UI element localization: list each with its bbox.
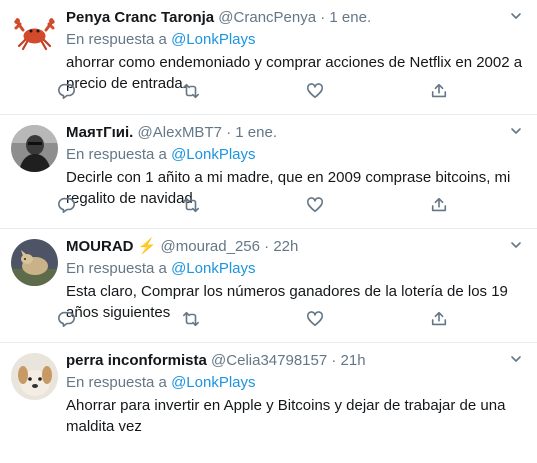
tweet-actions xyxy=(58,310,458,330)
retweet-button[interactable] xyxy=(182,310,202,330)
reply-label: En respuesta a xyxy=(66,31,167,48)
share-button[interactable] xyxy=(430,310,450,330)
dot-separator: · xyxy=(264,238,270,255)
mention-link[interactable]: @LonkPlays xyxy=(171,31,255,48)
share-button[interactable] xyxy=(430,196,450,216)
avatar[interactable] xyxy=(11,353,58,400)
tweet-card[interactable]: МаятГıиі. @AlexMBT7 · 1 ene. En respuest… xyxy=(0,115,537,229)
reply-context: En respuesta a @LonkPlays xyxy=(66,145,527,164)
mention-link[interactable]: @LonkPlays xyxy=(171,260,255,277)
display-name[interactable]: Penya Cranc Taronja xyxy=(66,9,214,26)
display-name[interactable]: MOURAD xyxy=(66,238,134,255)
user-handle[interactable]: @CrancPenya xyxy=(218,9,316,26)
share-icon xyxy=(431,311,447,326)
chevron-down-icon[interactable] xyxy=(509,238,523,252)
display-name[interactable]: perra inconformista xyxy=(66,352,207,369)
reply-context: En respuesta a @LonkPlays xyxy=(66,373,527,392)
dot-separator: · xyxy=(226,124,232,141)
retweet-icon xyxy=(182,311,200,327)
chevron-down-icon[interactable] xyxy=(509,9,523,23)
reply-button[interactable] xyxy=(58,196,78,216)
tweet-actions xyxy=(58,196,458,216)
timestamp[interactable]: 1 ene. xyxy=(235,124,277,141)
retweet-icon xyxy=(182,197,200,213)
display-name[interactable]: МаятГıиі. xyxy=(66,124,133,141)
retweet-icon xyxy=(182,83,200,99)
reply-button[interactable] xyxy=(58,82,78,102)
mention-link[interactable]: @LonkPlays xyxy=(171,374,255,391)
retweet-button[interactable] xyxy=(182,82,202,102)
tweet-card[interactable]: Penya Cranc Taronja @CrancPenya · 1 ene.… xyxy=(0,0,537,115)
animal-photo-icon xyxy=(11,239,58,286)
timestamp[interactable]: 1 ene. xyxy=(329,9,371,26)
share-icon xyxy=(431,197,447,212)
like-button[interactable] xyxy=(306,310,326,330)
retweet-button[interactable] xyxy=(182,196,202,216)
avatar[interactable] xyxy=(11,125,58,172)
like-button[interactable] xyxy=(306,196,326,216)
avatar[interactable] xyxy=(11,10,58,57)
reply-context: En respuesta a @LonkPlays xyxy=(66,259,527,278)
user-handle[interactable]: @mourad_256 xyxy=(161,238,260,255)
heart-icon xyxy=(306,311,324,327)
lightning-emoji: ⚡ xyxy=(137,238,157,255)
timestamp[interactable]: 21h xyxy=(341,352,366,369)
share-button[interactable] xyxy=(430,82,450,102)
user-handle[interactable]: @Celia34798157 xyxy=(211,352,327,369)
tweet-actions xyxy=(58,82,458,102)
tweet-card[interactable]: MOURAD ⚡ @mourad_256 · 22h En respuesta … xyxy=(0,229,537,343)
reply-context: En respuesta a @LonkPlays xyxy=(66,30,527,49)
crab-icon xyxy=(11,10,58,57)
avatar[interactable] xyxy=(11,239,58,286)
tweet-text: Ahorrar para invertir en Apple y Bitcoin… xyxy=(66,397,506,435)
timestamp[interactable]: 22h xyxy=(273,238,298,255)
reply-label: En respuesta a xyxy=(66,260,167,277)
reply-icon xyxy=(58,83,75,100)
dot-separator: · xyxy=(320,9,326,26)
heart-icon xyxy=(306,197,324,213)
reply-label: En respuesta a xyxy=(66,146,167,163)
like-button[interactable] xyxy=(306,82,326,102)
chevron-down-icon[interactable] xyxy=(509,352,523,366)
reply-icon xyxy=(58,311,75,328)
reply-icon xyxy=(58,197,75,214)
tweet-card[interactable]: perra inconformista @Celia34798157 · 21h… xyxy=(0,343,537,463)
person-photo-icon xyxy=(11,125,58,172)
dog-photo-icon xyxy=(11,353,58,400)
mention-link[interactable]: @LonkPlays xyxy=(171,146,255,163)
user-handle[interactable]: @AlexMBT7 xyxy=(138,124,222,141)
reply-button[interactable] xyxy=(58,310,78,330)
heart-icon xyxy=(306,83,324,99)
reply-label: En respuesta a xyxy=(66,374,167,391)
share-icon xyxy=(431,83,447,98)
dot-separator: · xyxy=(331,352,337,369)
chevron-down-icon[interactable] xyxy=(509,124,523,138)
